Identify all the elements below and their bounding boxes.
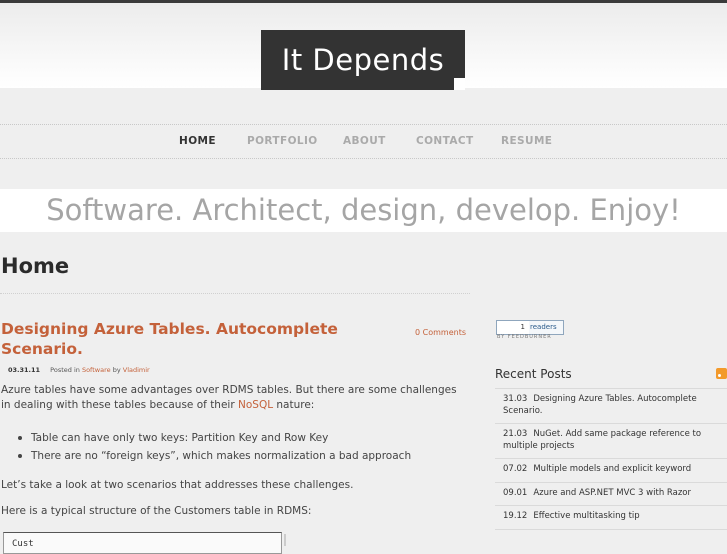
nav-home[interactable]: HOME: [179, 135, 216, 147]
list-item[interactable]: 19.12 Effective multitasking tip: [495, 505, 727, 530]
recent-post-title[interactable]: Effective multitasking tip: [533, 511, 639, 521]
list-item[interactable]: 09.01 Azure and ASP.NET MVC 3 with Razor: [495, 481, 727, 506]
list-item: There are no “foreign keys”, which makes…: [18, 447, 411, 465]
nav-contact[interactable]: CONTACT: [416, 135, 474, 147]
recent-post-date: 19.12: [503, 511, 528, 521]
feedburner-badge[interactable]: 1 readers: [496, 320, 564, 335]
p1-text-start: Azure tables have some advantages over R…: [1, 384, 457, 411]
recent-post-title[interactable]: Designing Azure Tables. Autocomplete Sce…: [503, 394, 697, 416]
p1-text-end: nature:: [273, 399, 315, 411]
list-item: Table can have only two keys: Partition …: [18, 429, 411, 447]
category-link[interactable]: Software: [82, 366, 111, 374]
recent-post-date: 31.03: [503, 394, 528, 404]
post-date: 03.31.11: [8, 366, 41, 374]
main-nav: HOME PORTFOLIO ABOUT CONTACT RESUME: [0, 124, 727, 159]
recent-post-title[interactable]: Azure and ASP.NET MVC 3 with Razor: [533, 488, 691, 498]
reader-count: 1: [520, 323, 525, 331]
post-paragraph-2: Let’s take a look at two scenarios that …: [1, 479, 354, 491]
site-logo[interactable]: It Depends: [261, 30, 465, 90]
code-block: Cust: [3, 532, 282, 554]
recent-post-date: 09.01: [503, 487, 528, 498]
readers-label: readers: [530, 323, 557, 331]
feedburner-credit: BY FEEDBURNER: [497, 334, 552, 340]
post-paragraph-1: Azure tables have some advantages over R…: [1, 383, 461, 413]
author-link[interactable]: Vladimir: [123, 366, 150, 374]
post-meta: 03.31.11 Posted in Software by Vladimir: [8, 366, 150, 374]
rss-icon[interactable]: [716, 368, 727, 379]
posted-in-label: Posted in: [50, 366, 80, 374]
code-scroll-edge: [284, 534, 286, 546]
nosql-link[interactable]: NoSQL: [238, 399, 273, 411]
title-divider: [0, 293, 470, 294]
recent-post-date: 07.02: [503, 464, 528, 474]
page-title: Home: [1, 254, 70, 278]
recent-post-title[interactable]: NuGet. Add same package reference to mul…: [503, 429, 701, 451]
by-label: by: [112, 366, 121, 374]
code-text: Cust: [12, 539, 34, 549]
logo-notch: [454, 78, 465, 90]
list-item[interactable]: 21.03 NuGet. Add same package reference t…: [495, 423, 727, 458]
nav-about[interactable]: ABOUT: [343, 135, 386, 147]
comments-link[interactable]: 0 Comments: [415, 328, 466, 337]
nav-resume[interactable]: RESUME: [501, 135, 552, 147]
recent-post-title[interactable]: Multiple models and explicit keyword: [533, 464, 691, 474]
list-item[interactable]: 31.03 Designing Azure Tables. Autocomplet…: [495, 388, 727, 423]
nav-portfolio[interactable]: PORTFOLIO: [247, 135, 318, 147]
post-paragraph-3: Here is a typical structure of the Custo…: [1, 505, 312, 517]
recent-posts-list: 31.03 Designing Azure Tables. Autocomplet…: [495, 388, 727, 530]
tagline-band: Software. Architect, design, develop. En…: [0, 189, 727, 232]
post-title[interactable]: Designing Azure Tables. Autocomplete Sce…: [1, 319, 371, 359]
post-bullet-list: Table can have only two keys: Partition …: [18, 429, 411, 465]
tagline: Software. Architect, design, develop. En…: [46, 193, 681, 227]
recent-post-date: 21.03: [503, 429, 528, 439]
recent-posts-title: Recent Posts: [495, 367, 572, 381]
list-item[interactable]: 07.02 Multiple models and explicit keywor…: [495, 458, 727, 482]
